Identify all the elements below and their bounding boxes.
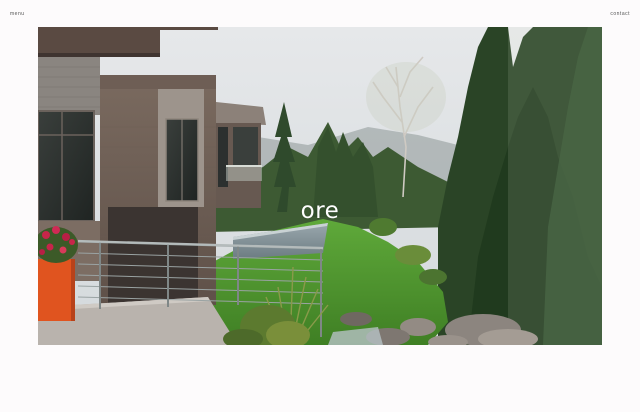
logo-text: ore: [300, 198, 340, 224]
planter: [38, 259, 75, 321]
hero-image: ore: [38, 27, 602, 345]
menu-link[interactable]: menu: [10, 11, 25, 17]
hero-photo: [38, 27, 602, 345]
contact-link[interactable]: contact: [610, 11, 630, 17]
page: menu contact ore: [0, 0, 640, 412]
